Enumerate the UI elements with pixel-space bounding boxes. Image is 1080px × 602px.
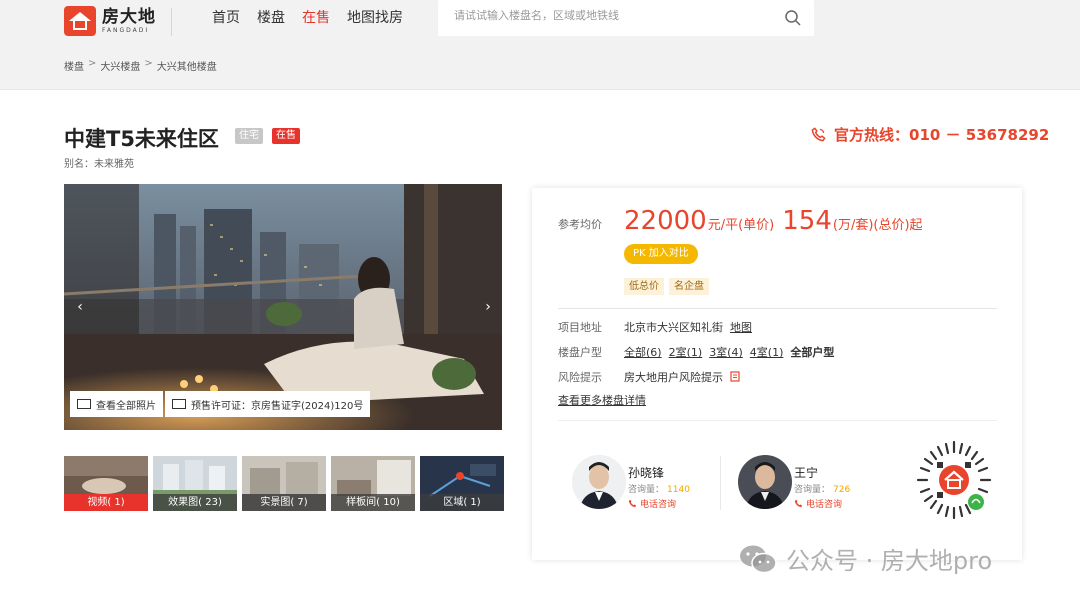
watermark-text: 公众号 · 房大地pro <box>786 547 993 575</box>
project-alias: 别名：未来雅苑 <box>64 159 134 170</box>
agent-inquiries: 咨询量： 1140 <box>628 485 690 495</box>
document-icon <box>729 371 740 382</box>
site-header: 房大地 FANGDADI 首页 楼盘 在售 地图找房 楼盘 > 大兴楼盘 > 大… <box>0 0 1080 90</box>
hotline[interactable]: 官方热线：010 － 53678292 <box>811 124 1049 145</box>
thumb-area-map[interactable]: 区域( 1) <box>420 456 504 511</box>
thumb-video[interactable]: 视频( 1) <box>64 456 148 511</box>
thumb-real-photos[interactable]: 实景图( 7) <box>242 456 326 511</box>
risk-row: 风险提示 房大地用户风险提示 <box>558 369 740 385</box>
next-arrow-icon[interactable]: › <box>478 296 498 318</box>
add-compare-button[interactable]: PK 加入对比 <box>624 244 698 264</box>
address-value: 北京市大兴区知礼街 <box>624 321 723 334</box>
feature-tag: 名企盘 <box>669 278 709 295</box>
breadcrumb-separator: > <box>88 58 97 69</box>
avatar <box>738 455 792 509</box>
logo-name: 房大地 <box>102 7 156 27</box>
address-label: 项目地址 <box>558 321 602 334</box>
header-divider <box>171 8 172 36</box>
total-price: 154 <box>782 206 832 236</box>
thumb-real-photos-label: 实景图( 7) <box>242 494 326 511</box>
divider <box>720 456 721 510</box>
house-logo-icon <box>64 6 96 36</box>
id-card-icon <box>172 399 186 409</box>
type-badge: 住宅 <box>235 128 263 144</box>
phone-consult-button[interactable]: 电话咨询 <box>628 497 676 510</box>
layout-3-room[interactable]: 3室(4) <box>709 346 743 359</box>
breadcrumb-daxing[interactable]: 大兴楼盘 <box>100 58 140 73</box>
search-icon[interactable] <box>784 9 802 27</box>
feature-tag: 低总价 <box>624 278 664 295</box>
total-price-suffix: (万/套)(总价)起 <box>832 218 923 233</box>
nav-on-sale[interactable]: 在售 <box>302 9 330 27</box>
address-row: 项目地址 北京市大兴区知礼街 地图 <box>558 319 752 335</box>
gallery-thumbnails: 视频( 1) 效果图( 23) 实景图( 7) 样板间( 10) 区域( 1) <box>64 456 504 511</box>
thumb-model-room-label: 样板间( 10) <box>331 494 415 511</box>
project-info-card: 参考均价 22000 元/平(单价) 154 (万/套)(总价)起 PK 加入对… <box>532 188 1022 560</box>
agent-name: 孙晓锋 <box>628 466 665 480</box>
divider <box>558 308 997 309</box>
layout-all[interactable]: 全部(6) <box>624 346 662 359</box>
site-logo[interactable]: 房大地 FANGDADI <box>64 6 156 36</box>
nav-home[interactable]: 首页 <box>212 9 240 27</box>
phone-consult-button[interactable]: 电话咨询 <box>794 497 842 510</box>
hotline-text: 官方热线：010 － 53678292 <box>834 126 1050 144</box>
layouts-row: 楼盘户型 全部(6) 2室(1) 3室(4) 4室(1) 全部户型 <box>558 344 834 360</box>
presale-permit[interactable]: 预售许可证：京房售证字(2024)120号 <box>165 391 371 417</box>
price: 22000 元/平(单价) 154 (万/套)(总价)起 <box>624 206 923 236</box>
search-input[interactable] <box>454 9 774 22</box>
thumb-area-map-label: 区域( 1) <box>420 494 504 511</box>
photo-icon <box>77 399 91 409</box>
breadcrumb: 楼盘 > 大兴楼盘 > 大兴其他楼盘 <box>64 58 217 73</box>
avatar <box>572 455 626 509</box>
thumb-video-label: 视频( 1) <box>64 494 148 511</box>
nav-map-search[interactable]: 地图找房 <box>347 9 403 27</box>
all-layouts-link[interactable]: 全部户型 <box>790 346 834 359</box>
map-link[interactable]: 地图 <box>730 321 752 334</box>
view-all-photos-label: 查看全部照片 <box>96 400 156 412</box>
risk-label: 风险提示 <box>558 371 602 384</box>
thumb-model-room[interactable]: 样板间( 10) <box>331 456 415 511</box>
logo-name-en: FANGDADI <box>102 27 150 34</box>
layout-4-room[interactable]: 4室(1) <box>750 346 784 359</box>
wechat-watermark: 公众号 · 房大地pro <box>738 541 992 576</box>
phone-icon <box>628 499 637 508</box>
breadcrumb-daxing-other[interactable]: 大兴其他楼盘 <box>157 58 217 73</box>
nav-properties[interactable]: 楼盘 <box>257 9 285 27</box>
status-badge: 在售 <box>272 128 300 144</box>
prev-arrow-icon[interactable]: ‹ <box>70 296 90 318</box>
breadcrumb-separator: > <box>144 58 153 69</box>
search-box <box>438 0 814 36</box>
page-title: 中建T5未来住区 <box>64 127 219 151</box>
thumb-renderings-label: 效果图( 23) <box>153 494 237 511</box>
unit-price: 22000 <box>624 206 707 236</box>
layouts-label: 楼盘户型 <box>558 346 602 359</box>
breadcrumb-properties[interactable]: 楼盘 <box>64 58 84 73</box>
unit-price-suffix: 元/平(单价) <box>707 218 775 233</box>
layout-2-room[interactable]: 2室(1) <box>669 346 703 359</box>
phone-icon <box>811 127 826 142</box>
price-label: 参考均价 <box>558 218 602 231</box>
wechat-icon <box>740 545 777 573</box>
risk-notice-link[interactable]: 房大地用户风险提示 <box>624 371 723 384</box>
divider <box>558 420 997 421</box>
agent-inquiries: 咨询量： 726 <box>794 485 851 495</box>
agent-name: 王宁 <box>794 466 819 480</box>
thumb-renderings[interactable]: 效果图( 23) <box>153 456 237 511</box>
presale-permit-label: 预售许可证：京房售证字(2024)120号 <box>191 400 364 412</box>
view-all-photos-button[interactable]: 查看全部照片 <box>70 391 163 417</box>
more-details-link[interactable]: 查看更多楼盘详情 <box>558 392 646 408</box>
main-nav: 首页 楼盘 在售 地图找房 <box>212 9 403 27</box>
miniprogram-qr-code[interactable] <box>912 438 996 522</box>
phone-icon <box>794 499 803 508</box>
